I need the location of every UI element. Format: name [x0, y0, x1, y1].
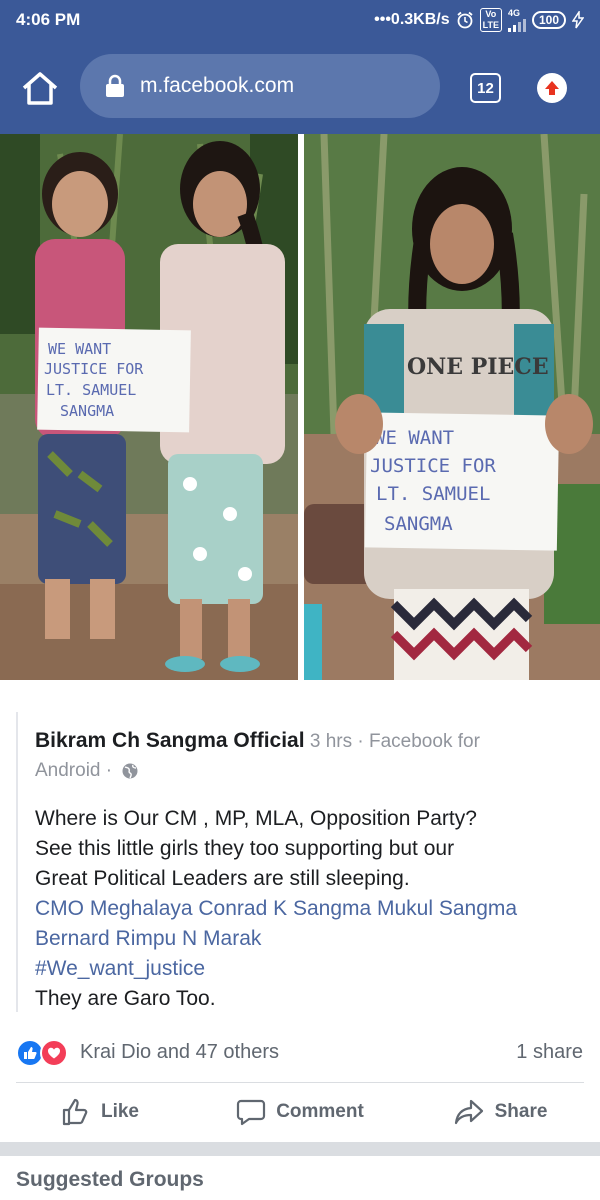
- divider: [16, 1082, 584, 1083]
- lock-icon: [106, 74, 124, 97]
- sign-line-2: JUSTICE FOR: [370, 455, 496, 477]
- author-name[interactable]: Bikram Ch Sangma Official: [35, 729, 305, 752]
- tagged-pages-link[interactable]: CMO Meghalaya Conrad K Sangma Mukul Sang…: [35, 894, 580, 924]
- home-icon: [22, 72, 58, 105]
- update-icon: [545, 81, 559, 95]
- battery-icon: 100: [531, 11, 566, 29]
- photo-image: ONE PIECE WE WANT JUSTICE FOR LT. SAMUEL…: [304, 134, 600, 680]
- photo-image: WE WANT JUSTICE FOR LT. SAMUEL SANGMA: [0, 134, 298, 680]
- signal-icon: [507, 18, 526, 32]
- comment-icon: [237, 1099, 266, 1126]
- alarm-icon: [457, 11, 473, 29]
- quote-line: [16, 712, 18, 1012]
- post-header: Bikram Ch Sangma Official 3 hrs · Facebo…: [35, 726, 565, 785]
- post-body: Where is Our CM , MP, MLA, Opposition Pa…: [35, 804, 580, 1014]
- suggested-groups-heading[interactable]: Suggested Groups: [16, 1168, 204, 1192]
- comment-label: Comment: [276, 1101, 364, 1122]
- photo-two-girls[interactable]: WE WANT JUSTICE FOR LT. SAMUEL SANGMA: [0, 134, 298, 680]
- share-count[interactable]: 1 share: [516, 1041, 583, 1064]
- post-time[interactable]: 3 hrs: [310, 731, 352, 752]
- post-source-2: Android ·: [35, 760, 113, 781]
- section-separator: [0, 1142, 600, 1156]
- header-separator: ·: [357, 731, 364, 752]
- sign-line-2: JUSTICE FOR: [44, 360, 144, 378]
- tagged-person-link[interactable]: Bernard Rimpu N Marak: [35, 924, 580, 954]
- home-button[interactable]: [20, 70, 60, 110]
- network-speed: •••0.3KB/s: [374, 11, 450, 28]
- url-bar[interactable]: m.facebook.com: [80, 54, 440, 118]
- post-text-line: Great Political Leaders are still sleepi…: [35, 867, 410, 890]
- status-bar: 4:06 PM •••0.3KB/s Vo LTE 4G 100: [0, 0, 600, 40]
- photo-one-girl[interactable]: ONE PIECE WE WANT JUSTICE FOR LT. SAMUEL…: [304, 134, 600, 680]
- status-time: 4:06 PM: [16, 10, 81, 29]
- browser-toolbar: m.facebook.com 12: [0, 40, 600, 134]
- love-reaction-icon: [40, 1039, 68, 1067]
- post-actions: Like Comment Share: [0, 1084, 600, 1140]
- sign-line-1: WE WANT: [48, 340, 111, 358]
- reaction-icons: [16, 1037, 74, 1067]
- post-text-line: See this little girls they too supportin…: [35, 837, 455, 860]
- reactions-bar[interactable]: Krai Dio and 47 others 1 share: [0, 1034, 600, 1070]
- post-source: Facebook for: [369, 731, 480, 752]
- tabs-button[interactable]: 12: [470, 73, 501, 103]
- like-button[interactable]: Like: [0, 1084, 200, 1140]
- sign-line-4: SANGMA: [384, 513, 453, 535]
- reaction-names[interactable]: Krai Dio and 47 others: [80, 1041, 279, 1064]
- charging-icon: [572, 11, 584, 29]
- volte-icon: Vo LTE: [479, 8, 502, 32]
- share-label: Share: [494, 1101, 548, 1122]
- like-label: Like: [100, 1101, 140, 1122]
- post-text-line: Where is Our CM , MP, MLA, Opposition Pa…: [35, 807, 477, 830]
- globe-icon: [122, 763, 138, 779]
- thumbs-up-icon: [62, 1098, 88, 1126]
- post-photos[interactable]: WE WANT JUSTICE FOR LT. SAMUEL SANGMA ON…: [0, 134, 600, 680]
- comment-button[interactable]: Comment: [200, 1084, 400, 1140]
- share-button[interactable]: Share: [400, 1084, 600, 1140]
- shirt-text: ONE PIECE: [407, 354, 549, 380]
- sign-line-3: LT. SAMUEL: [376, 483, 490, 505]
- update-button[interactable]: [537, 73, 567, 103]
- hashtag-link[interactable]: #We_want_justice: [35, 954, 580, 984]
- status-icons: •••0.3KB/s Vo LTE 4G 100: [374, 8, 584, 32]
- sign-line-3: LT. SAMUEL: [46, 381, 136, 399]
- sign-line-4: SANGMA: [60, 402, 114, 420]
- network-type: 4G: [507, 7, 520, 18]
- url-text: m.facebook.com: [140, 74, 295, 97]
- sign-line-1: WE WANT: [374, 427, 454, 449]
- share-arrow-icon: [454, 1099, 483, 1125]
- post-text-line: They are Garo Too.: [35, 987, 216, 1010]
